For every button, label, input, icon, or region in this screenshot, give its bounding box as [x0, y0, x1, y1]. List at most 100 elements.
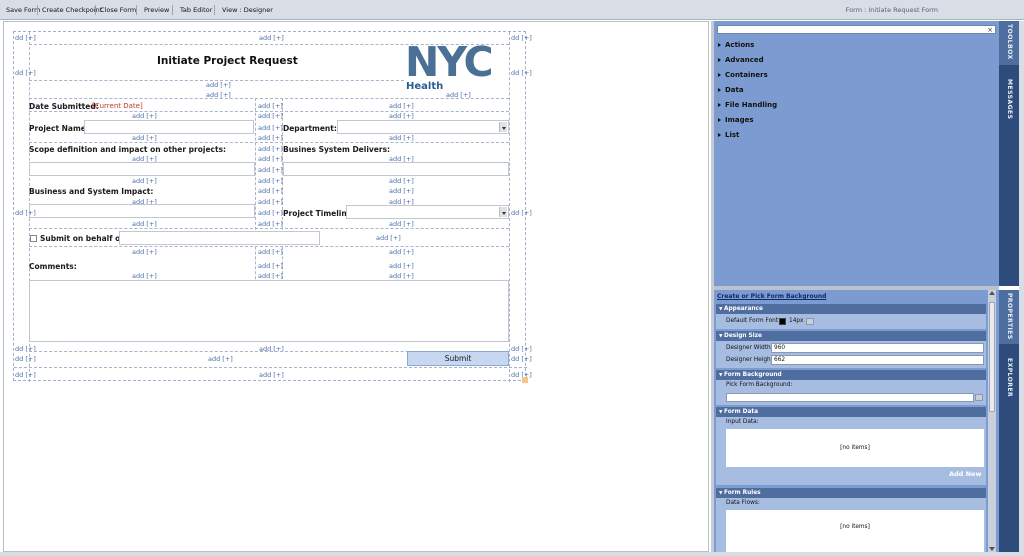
submit-button[interactable]: Submit	[407, 351, 509, 366]
add-row-button[interactable]: add [+]	[132, 248, 157, 256]
create-checkpoint-button[interactable]: Create Checkpoint	[42, 0, 102, 20]
toolbar-divider	[214, 5, 215, 15]
add-cell-button[interactable]: add [+]	[258, 166, 283, 174]
add-row-button[interactable]: add [+]	[389, 177, 414, 185]
add-new-button[interactable]: Add New	[949, 470, 981, 478]
resize-handle[interactable]	[522, 377, 528, 383]
save-form-button[interactable]: Save Form	[6, 0, 40, 20]
add-cell-button[interactable]: add [+]	[258, 124, 283, 132]
form-background-link[interactable]: Create or Pick Form Background	[717, 293, 826, 300]
business-delivers-input[interactable]	[283, 162, 509, 176]
font-size-value: 14px	[789, 318, 804, 324]
designer-width-input[interactable]: 960	[771, 343, 984, 353]
tab-explorer[interactable]: EXPLORER	[999, 344, 1019, 552]
add-row-button[interactable]: add [+]	[389, 262, 414, 270]
add-cell-button[interactable]: add [+]	[258, 198, 283, 206]
scroll-up-icon[interactable]	[989, 291, 995, 295]
add-row-button[interactable]: add [+]	[389, 187, 414, 195]
tab-messages[interactable]: MESSAGES	[999, 65, 1019, 286]
add-row-button[interactable]: add [+]	[132, 220, 157, 228]
toolbar-divider	[136, 5, 137, 15]
add-right-button[interactable]: dd [+]	[511, 355, 532, 363]
add-left-button[interactable]: dd [+]	[15, 371, 36, 379]
close-icon[interactable]: ×	[987, 26, 993, 34]
add-right-button[interactable]: dd [+]	[511, 209, 532, 217]
add-cell-button[interactable]: add [+]	[258, 187, 283, 195]
toolbox-item-label: Images	[725, 116, 754, 124]
font-color-swatch[interactable]	[779, 318, 786, 325]
add-cell-button[interactable]: add [+]	[258, 102, 283, 110]
chevron-down-icon	[499, 122, 507, 132]
form-background-section-header[interactable]: Form Background	[716, 370, 986, 380]
view-designer-button[interactable]: View : Designer	[222, 0, 273, 20]
data-flows-list: [no items]	[726, 510, 984, 552]
business-impact-label: Business and System Impact:	[29, 187, 154, 196]
add-left-button[interactable]: dd [+]	[15, 69, 36, 77]
preview-button[interactable]: Preview	[144, 0, 169, 20]
toolbox-item-list[interactable]: List	[718, 131, 739, 139]
scroll-thumb[interactable]	[989, 302, 995, 412]
add-right-button[interactable]: dd [+]	[511, 69, 532, 77]
add-cell-button[interactable]: add [+]	[258, 248, 283, 256]
toolbox-item-data[interactable]: Data	[718, 86, 744, 94]
submit-behalf-checkbox[interactable]	[30, 235, 37, 242]
add-cell-button[interactable]: add [+]	[258, 220, 283, 228]
tab-properties[interactable]: PROPERTIES	[999, 290, 1019, 342]
business-impact-input[interactable]	[29, 204, 255, 218]
scope-input[interactable]	[29, 162, 255, 176]
add-row-button[interactable]: add [+]	[389, 272, 414, 280]
appearance-section-header[interactable]: Appearance	[716, 304, 986, 314]
add-row-button[interactable]: add [+]	[389, 220, 414, 228]
font-picker-button[interactable]	[806, 318, 814, 325]
add-row-button[interactable]: add [+]	[206, 81, 231, 89]
toolbox-item-advanced[interactable]: Advanced	[718, 56, 764, 64]
browse-background-button[interactable]	[975, 394, 983, 401]
tab-toolbox[interactable]: TOOLBOX	[999, 21, 1019, 63]
pick-background-input[interactable]	[726, 393, 974, 402]
toolbox-item-label: Advanced	[725, 56, 764, 64]
submit-behalf-input[interactable]	[119, 231, 320, 245]
add-row-button[interactable]: add [+]	[389, 134, 414, 142]
add-row-button[interactable]: add [+]	[389, 112, 414, 120]
toolbox-item-actions[interactable]: Actions	[718, 41, 754, 49]
add-row-button[interactable]: add [+]	[259, 371, 284, 379]
add-left-button[interactable]: dd [+]	[15, 209, 36, 217]
toolbox-item-file-handling[interactable]: File Handling	[718, 101, 777, 109]
comments-textarea[interactable]	[29, 280, 509, 342]
department-select[interactable]	[337, 120, 509, 134]
add-cell-button[interactable]: add [+]	[258, 272, 283, 280]
designer-height-input[interactable]: 662	[771, 355, 984, 365]
properties-scrollbar[interactable]	[988, 290, 996, 552]
scroll-down-icon[interactable]	[989, 547, 995, 551]
add-cell-button[interactable]: add [+]	[258, 155, 283, 163]
add-cell-button[interactable]: add [+]	[258, 177, 283, 185]
add-row-button[interactable]: add [+]	[389, 248, 414, 256]
toolbox-search-input[interactable]: ×	[717, 25, 996, 34]
add-row-button[interactable]: add [+]	[132, 272, 157, 280]
add-row-button[interactable]: add [+]	[132, 112, 157, 120]
close-form-button[interactable]: Close Form	[100, 0, 136, 20]
add-cell-button[interactable]: add [+]	[258, 209, 283, 217]
add-cell-button[interactable]: add [+]	[258, 134, 283, 142]
add-cell-button[interactable]: add [+]	[258, 112, 283, 120]
add-row-button[interactable]: add [+]	[132, 134, 157, 142]
design-size-section-header[interactable]: Design Size	[716, 331, 986, 341]
add-row-button[interactable]: add [+]	[132, 177, 157, 185]
add-row-button[interactable]: add [+]	[259, 34, 284, 42]
project-name-input[interactable]	[84, 120, 254, 134]
add-right-button[interactable]: dd [+]	[511, 34, 532, 42]
form-rules-section-header[interactable]: Form Rules	[716, 488, 986, 498]
form-data-section-header[interactable]: Form Data	[716, 407, 986, 417]
add-cell-button[interactable]: add [+]	[258, 262, 283, 270]
toolbox-item-containers[interactable]: Containers	[718, 71, 768, 79]
project-timeline-select[interactable]	[346, 205, 509, 219]
tab-editor-button[interactable]: Tab Editor	[180, 0, 212, 20]
add-cell-button[interactable]: add [+]	[258, 145, 283, 153]
toolbox-item-images[interactable]: Images	[718, 116, 754, 124]
add-cell-button[interactable]: add [+]	[376, 234, 401, 242]
add-left-button[interactable]: dd [+]	[15, 355, 36, 363]
add-right-button[interactable]: dd [+]	[511, 345, 532, 353]
add-row-button[interactable]: add [+]	[208, 355, 233, 363]
add-left-button[interactable]: dd [+]	[15, 34, 36, 42]
add-cell-button[interactable]: add [+]	[389, 102, 414, 110]
